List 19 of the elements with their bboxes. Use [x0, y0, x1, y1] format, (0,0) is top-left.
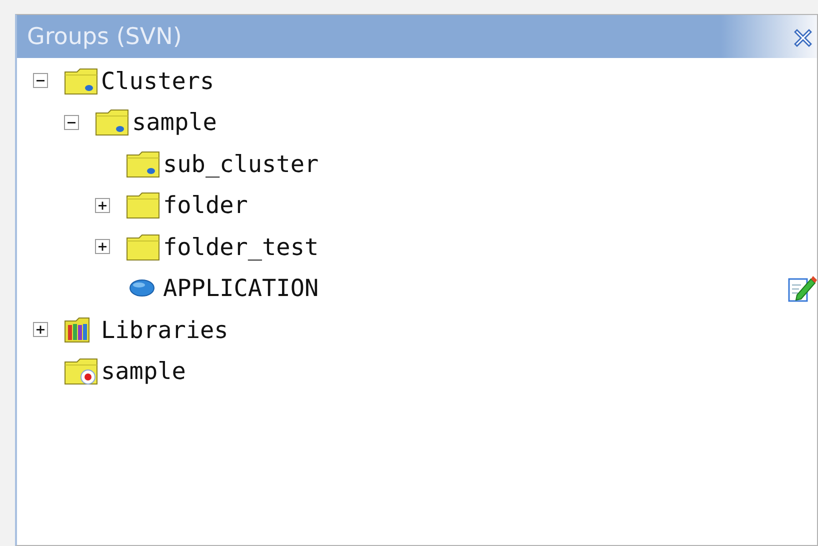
- folder-target-icon: [64, 357, 98, 386]
- expand-toggle[interactable]: [33, 73, 48, 88]
- edit-document-icon[interactable]: [787, 273, 817, 304]
- expand-toggle[interactable]: [95, 239, 110, 254]
- tree-item[interactable]: sub_cluster: [163, 150, 319, 178]
- expand-toggle[interactable]: [33, 322, 48, 338]
- expand-toggle[interactable]: [95, 198, 110, 213]
- tree-item[interactable]: folder: [163, 191, 248, 220]
- folder-icon: [126, 232, 160, 261]
- tree-item[interactable]: folder_test: [163, 232, 319, 261]
- tree-item[interactable]: sample: [101, 357, 186, 386]
- tree-item[interactable]: Clusters: [101, 66, 214, 95]
- tree-item[interactable]: Libraries: [101, 316, 228, 344]
- folder-icon: [126, 191, 160, 220]
- tree-item[interactable]: sample: [132, 108, 217, 136]
- expand-toggle[interactable]: [64, 114, 79, 130]
- tree-item[interactable]: APPLICATION: [163, 274, 319, 302]
- close-icon[interactable]: [793, 28, 813, 48]
- panel-title: Groups (SVN): [27, 24, 182, 50]
